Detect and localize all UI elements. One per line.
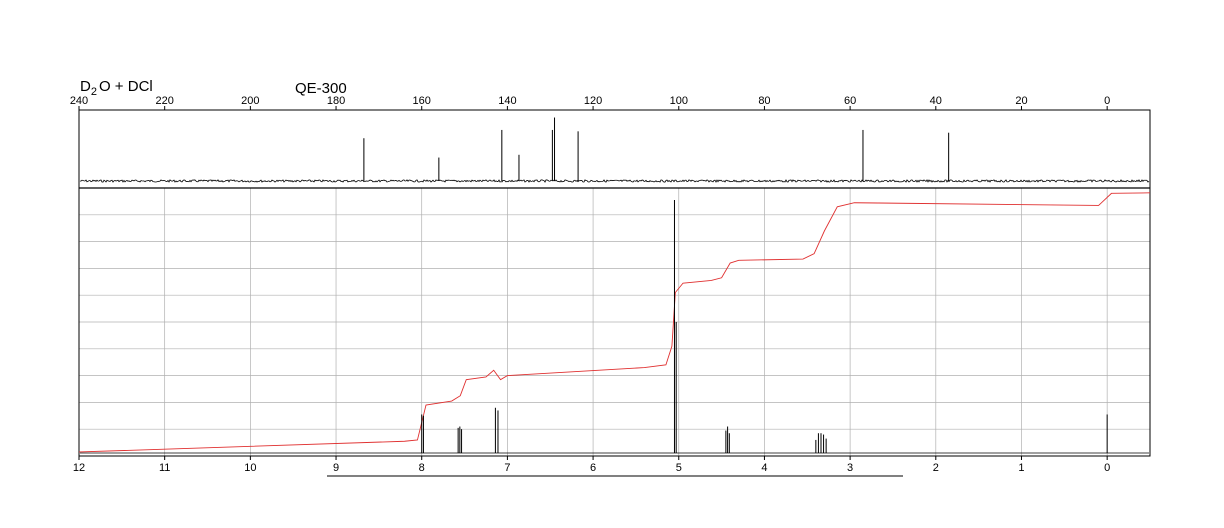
top-tick-label: 240 <box>70 95 88 107</box>
bottom-grid <box>78 188 1150 456</box>
solvent-main: D <box>80 78 91 95</box>
top-tick-label: 220 <box>156 95 174 107</box>
proton-spectrum <box>80 200 1149 454</box>
bottom-tick-label: 0 <box>1104 462 1110 474</box>
bottom-tick-label: 5 <box>676 462 682 474</box>
bottom-tick-label: 11 <box>159 462 170 474</box>
bottom-tick-label: 7 <box>504 462 510 474</box>
top-tick-label: 140 <box>498 95 516 107</box>
top-tick-label: 100 <box>670 95 688 107</box>
solvent-rest: O + DCl <box>99 78 153 95</box>
carbon-baseline <box>79 179 1150 183</box>
integral-curve <box>78 192 1151 453</box>
top-tick-label: 180 <box>327 95 345 107</box>
bottom-tick-label: 2 <box>933 462 939 474</box>
proton-integral <box>78 192 1151 453</box>
top-axis-ticks: 240 220 200 180 160 140 120 100 80 60 40 20 0 <box>70 95 1110 110</box>
bottom-tick-label: 8 <box>419 462 425 474</box>
top-tick-label: 80 <box>758 95 770 107</box>
bottom-axis-ticks: 12 11 10 9 8 7 6 5 4 3 2 1 0 <box>73 456 1110 474</box>
bottom-tick-label: 6 <box>590 462 596 474</box>
top-tick-label: 0 <box>1104 95 1110 107</box>
bottom-tick-label: 4 <box>761 462 767 474</box>
carbon-spectrum <box>79 117 1150 183</box>
solvent-label: D2 O + DCl <box>80 78 153 98</box>
bottom-tick-label: 12 <box>73 462 85 474</box>
top-tick-label: 20 <box>1015 95 1027 107</box>
bottom-tick-label: 1 <box>1018 462 1024 474</box>
top-tick-label: 60 <box>844 95 856 107</box>
top-panel-frame <box>78 109 1151 189</box>
top-tick-label: 40 <box>930 95 942 107</box>
bottom-tick-label: 3 <box>847 462 853 474</box>
bottom-tick-label: 10 <box>244 462 256 474</box>
top-tick-label: 200 <box>241 95 259 107</box>
top-tick-label: 160 <box>413 95 431 107</box>
top-tick-label: 120 <box>584 95 602 107</box>
nmr-figure: D2 O + DCl QE-300 240 220 200 180 160 140 120 10… <box>70 78 1151 477</box>
solvent-sub: 2 <box>91 86 97 98</box>
bottom-tick-label: 9 <box>333 462 339 474</box>
